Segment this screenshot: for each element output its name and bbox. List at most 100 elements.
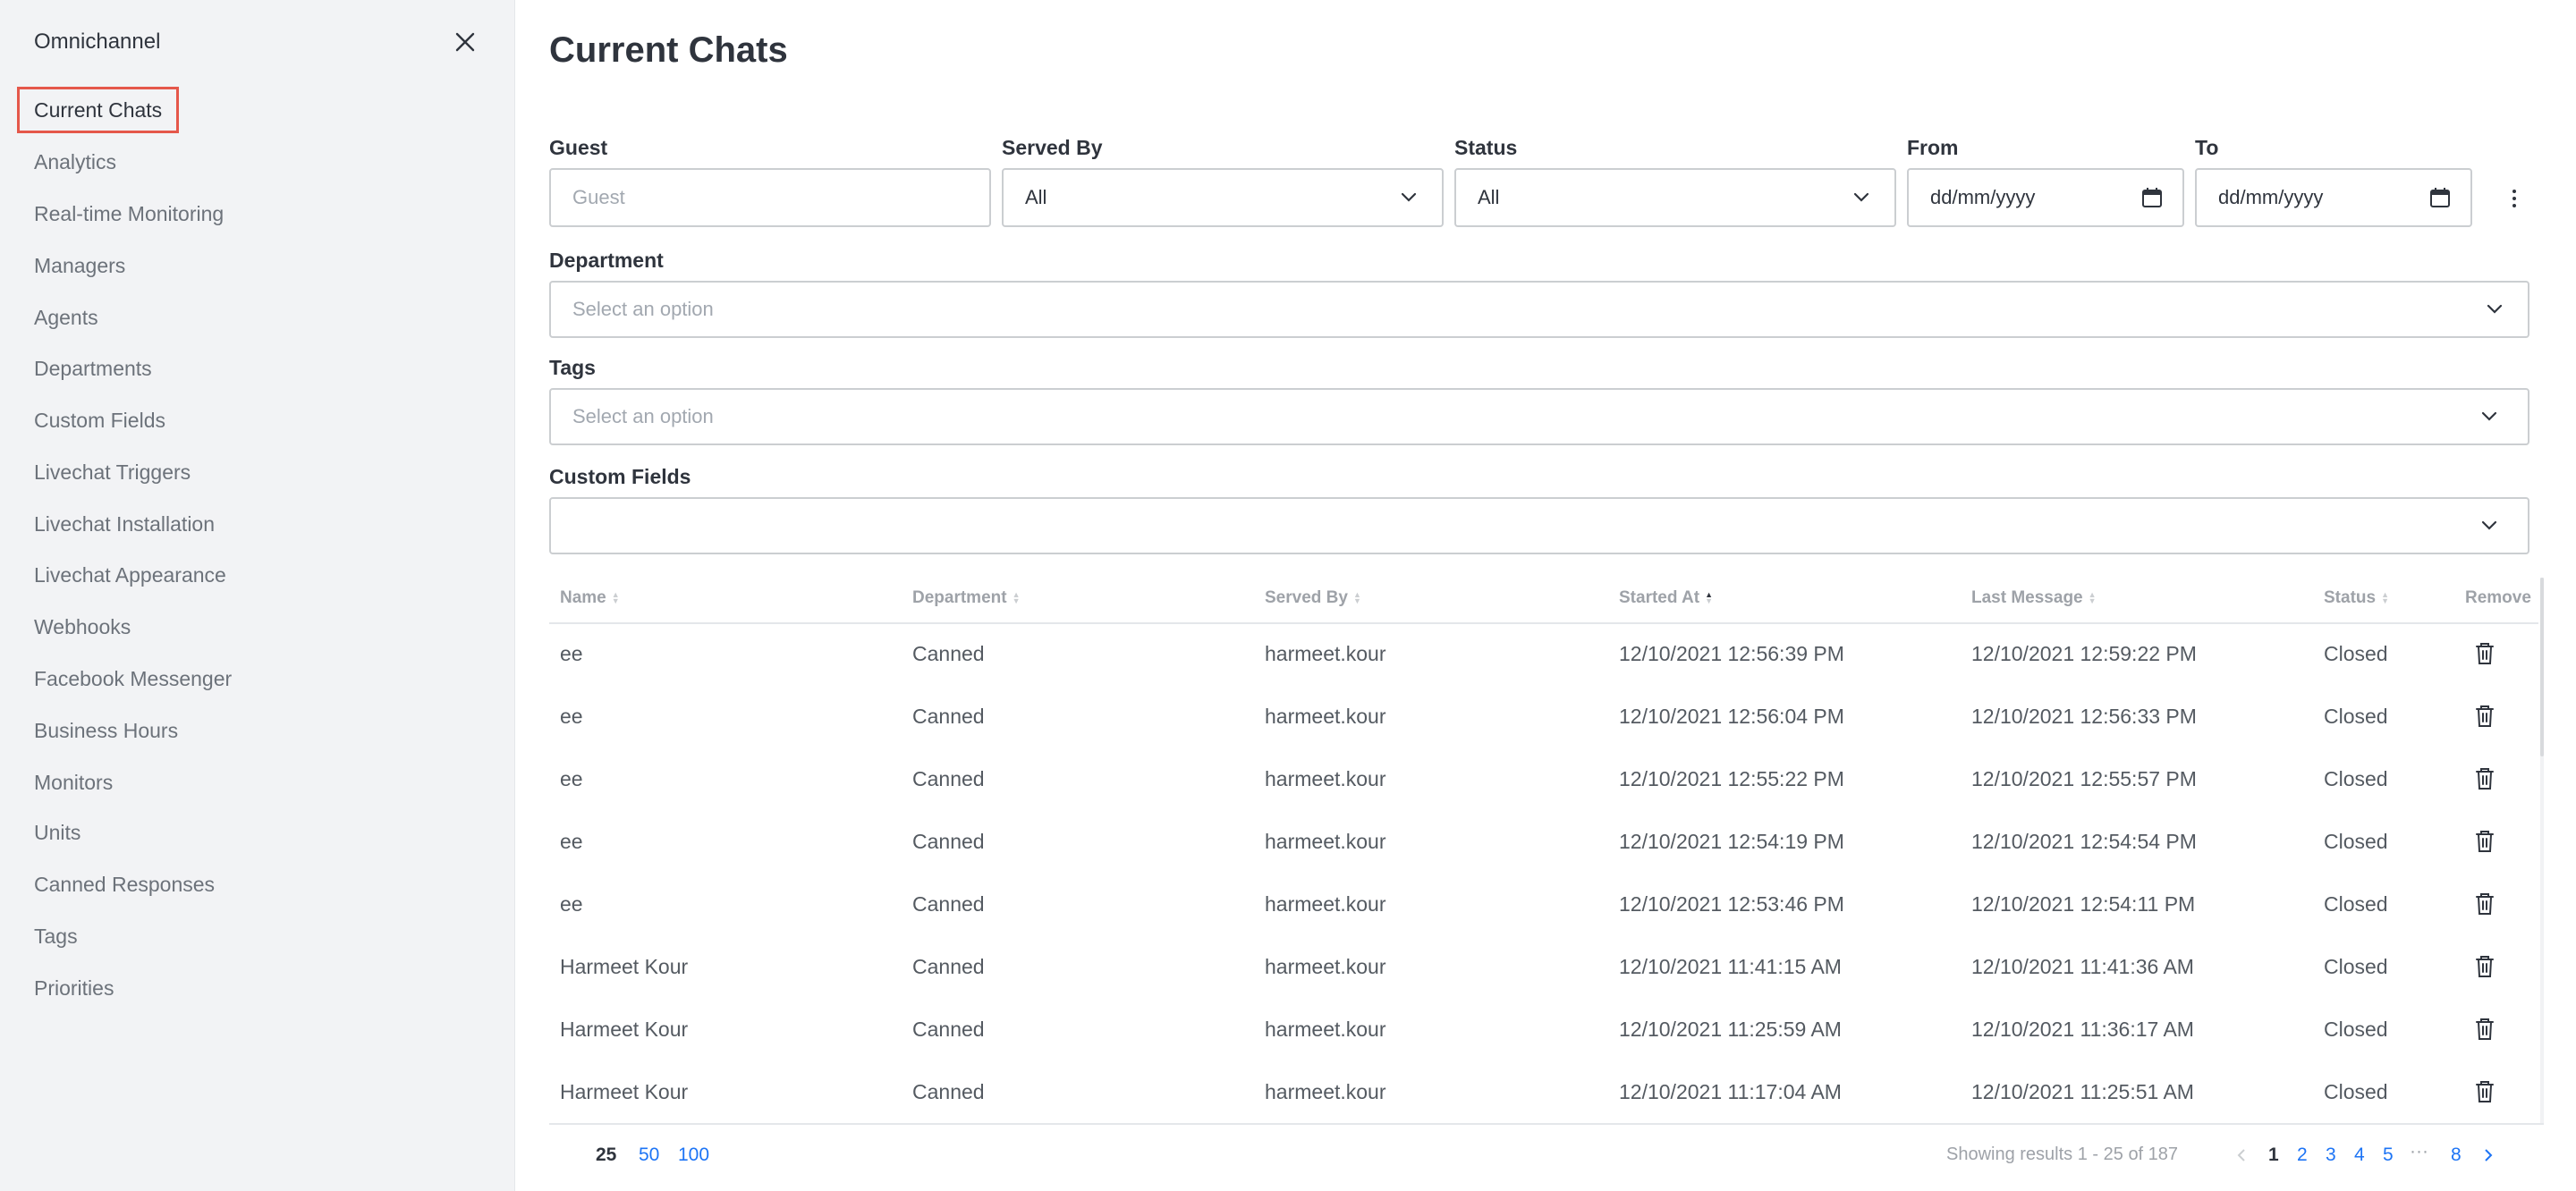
custom-fields-select[interactable] <box>549 497 2529 554</box>
page-title: Current Chats <box>549 30 788 70</box>
cell-department: Canned <box>912 830 985 853</box>
cell-department: Canned <box>912 892 985 916</box>
cell-started-at: 12/10/2021 12:55:22 PM <box>1619 767 1844 790</box>
cell-served-by: harmeet.kour <box>1265 892 1386 916</box>
tags-select[interactable]: Select an option <box>549 388 2529 445</box>
sidebar-item-units[interactable]: Units <box>34 819 80 846</box>
cell-last-message: 12/10/2021 12:56:33 PM <box>1971 705 2197 728</box>
sidebar-item-livechat-triggers[interactable]: Livechat Triggers <box>34 459 191 486</box>
cell-started-at: 12/10/2021 12:56:04 PM <box>1619 705 1844 728</box>
table-scrollbar-thumb[interactable] <box>2540 578 2544 756</box>
column-header-started-at[interactable]: Started At ▲ ▼ <box>1619 588 1713 608</box>
sort-icon: ▲ ▼ <box>611 590 620 605</box>
to-label: To <box>2195 136 2219 159</box>
sidebar-item-analytics[interactable]: Analytics <box>34 148 116 175</box>
sort-asc-icon: ▲ ▼ <box>1705 590 1714 605</box>
page-5[interactable]: 5 <box>2383 1145 2394 1166</box>
cell-started-at: 12/10/2021 11:17:04 AM <box>1619 1080 1842 1103</box>
trash-icon[interactable] <box>2472 1016 2497 1043</box>
table-row[interactable]: ee Canned harmeet.kour 12/10/2021 12:53:… <box>549 874 2538 937</box>
page-8[interactable]: 8 <box>2451 1145 2462 1166</box>
column-header-served-by[interactable]: Served By ▲ ▼ <box>1265 588 1361 608</box>
cell-name: Harmeet Kour <box>560 1018 689 1041</box>
sidebar-item-agents[interactable]: Agents <box>34 304 98 331</box>
chevron-right-icon[interactable] <box>2483 1148 2494 1162</box>
column-header-status[interactable]: Status ▲ ▼ <box>2324 588 2389 608</box>
cell-status: Closed <box>2324 1080 2388 1103</box>
table-row[interactable]: ee Canned harmeet.kour 12/10/2021 12:56:… <box>549 624 2538 687</box>
status-label: Status <box>1454 136 1518 159</box>
status-select[interactable]: All <box>1454 168 1896 227</box>
table-row[interactable]: ee Canned harmeet.kour 12/10/2021 12:54:… <box>549 812 2538 874</box>
cell-last-message: 12/10/2021 11:41:36 AM <box>1971 955 2194 978</box>
sidebar-item-canned-responses[interactable]: Canned Responses <box>34 871 215 898</box>
sidebar-item-custom-fields[interactable]: Custom Fields <box>34 407 165 434</box>
close-sidebar-button[interactable] <box>452 29 479 55</box>
guest-input[interactable]: Guest <box>549 168 991 227</box>
sidebar-item-departments[interactable]: Departments <box>34 355 152 382</box>
table-row[interactable]: ee Canned harmeet.kour 12/10/2021 12:55:… <box>549 749 2538 812</box>
sidebar-item-facebook-messenger[interactable]: Facebook Messenger <box>34 665 232 692</box>
cell-last-message: 12/10/2021 12:59:22 PM <box>1971 642 2197 665</box>
sidebar-item-tags[interactable]: Tags <box>34 923 78 950</box>
trash-icon[interactable] <box>2472 765 2497 792</box>
sidebar-item-managers[interactable]: Managers <box>34 252 125 279</box>
guest-placeholder: Guest <box>572 186 625 208</box>
sidebar-item-business-hours[interactable]: Business Hours <box>34 717 178 744</box>
per-page-25[interactable]: 25 <box>596 1145 616 1166</box>
sidebar-item-realtime-monitoring[interactable]: Real-time Monitoring <box>34 200 224 227</box>
trash-icon[interactable] <box>2472 1078 2497 1105</box>
trash-icon[interactable] <box>2472 640 2497 667</box>
sort-icon: ▲ ▼ <box>2381 590 2389 605</box>
column-header-department[interactable]: Department ▲ ▼ <box>912 588 1021 608</box>
per-page-100[interactable]: 100 <box>678 1145 709 1166</box>
cell-last-message: 12/10/2021 12:54:54 PM <box>1971 830 2197 853</box>
sidebar-item-livechat-installation[interactable]: Livechat Installation <box>34 511 215 537</box>
cell-last-message: 12/10/2021 12:55:57 PM <box>1971 767 2197 790</box>
trash-icon[interactable] <box>2472 953 2497 980</box>
table-row[interactable]: Harmeet Kour Canned harmeet.kour 12/10/2… <box>549 937 2538 1000</box>
from-date-input[interactable]: dd/mm/yyyy <box>1907 168 2184 227</box>
page-2[interactable]: 2 <box>2297 1145 2308 1166</box>
served-by-select[interactable]: All <box>1002 168 1444 227</box>
to-date-input[interactable]: dd/mm/yyyy <box>2195 168 2472 227</box>
cell-name: ee <box>560 892 583 916</box>
cell-department: Canned <box>912 1018 985 1041</box>
cell-started-at: 12/10/2021 12:53:46 PM <box>1619 892 1844 916</box>
pagination-ellipsis: ··· <box>2410 1141 2428 1161</box>
page-4[interactable]: 4 <box>2354 1145 2365 1166</box>
cell-status: Closed <box>2324 1018 2388 1041</box>
trash-icon[interactable] <box>2472 703 2497 730</box>
table-row[interactable]: Harmeet Kour Canned harmeet.kour 12/10/2… <box>549 1000 2538 1062</box>
table-row[interactable]: Harmeet Kour Canned harmeet.kour 12/10/2… <box>549 1062 2538 1125</box>
per-page-50[interactable]: 50 <box>639 1145 659 1166</box>
trash-icon[interactable] <box>2472 891 2497 917</box>
page-3[interactable]: 3 <box>2326 1145 2336 1166</box>
cell-last-message: 12/10/2021 11:25:51 AM <box>1971 1080 2194 1103</box>
sidebar-item-current-chats[interactable]: Current Chats <box>16 87 180 133</box>
cell-served-by: harmeet.kour <box>1265 642 1386 665</box>
cell-name: Harmeet Kour <box>560 955 689 978</box>
chevron-left-icon[interactable] <box>2236 1148 2247 1162</box>
cell-last-message: 12/10/2021 12:54:11 PM <box>1971 892 2196 916</box>
sidebar-item-monitors[interactable]: Monitors <box>34 769 113 796</box>
to-date-value: dd/mm/yyyy <box>2218 186 2324 208</box>
status-value: All <box>1478 186 1500 208</box>
table-row[interactable]: ee Canned harmeet.kour 12/10/2021 12:56:… <box>549 687 2538 749</box>
department-select[interactable]: Select an option <box>549 281 2529 338</box>
trash-icon[interactable] <box>2472 828 2497 855</box>
sidebar-item-livechat-appearance[interactable]: Livechat Appearance <box>34 562 226 588</box>
calendar-icon[interactable] <box>2429 187 2451 208</box>
sidebar-item-webhooks[interactable]: Webhooks <box>34 613 131 640</box>
column-header-last-message[interactable]: Last Message ▲ ▼ <box>1971 588 2097 608</box>
page-1[interactable]: 1 <box>2268 1145 2279 1166</box>
cell-started-at: 12/10/2021 11:25:59 AM <box>1619 1018 1842 1041</box>
cell-started-at: 12/10/2021 12:56:39 PM <box>1619 642 1844 665</box>
sidebar-item-priorities[interactable]: Priorities <box>34 975 114 1001</box>
cell-department: Canned <box>912 1080 985 1103</box>
chevron-down-icon <box>1853 192 1869 202</box>
more-options-kebab-icon[interactable] <box>2501 181 2528 216</box>
cell-department: Canned <box>912 767 985 790</box>
calendar-icon[interactable] <box>2141 187 2163 208</box>
column-header-name[interactable]: Name ▲ ▼ <box>560 588 620 608</box>
